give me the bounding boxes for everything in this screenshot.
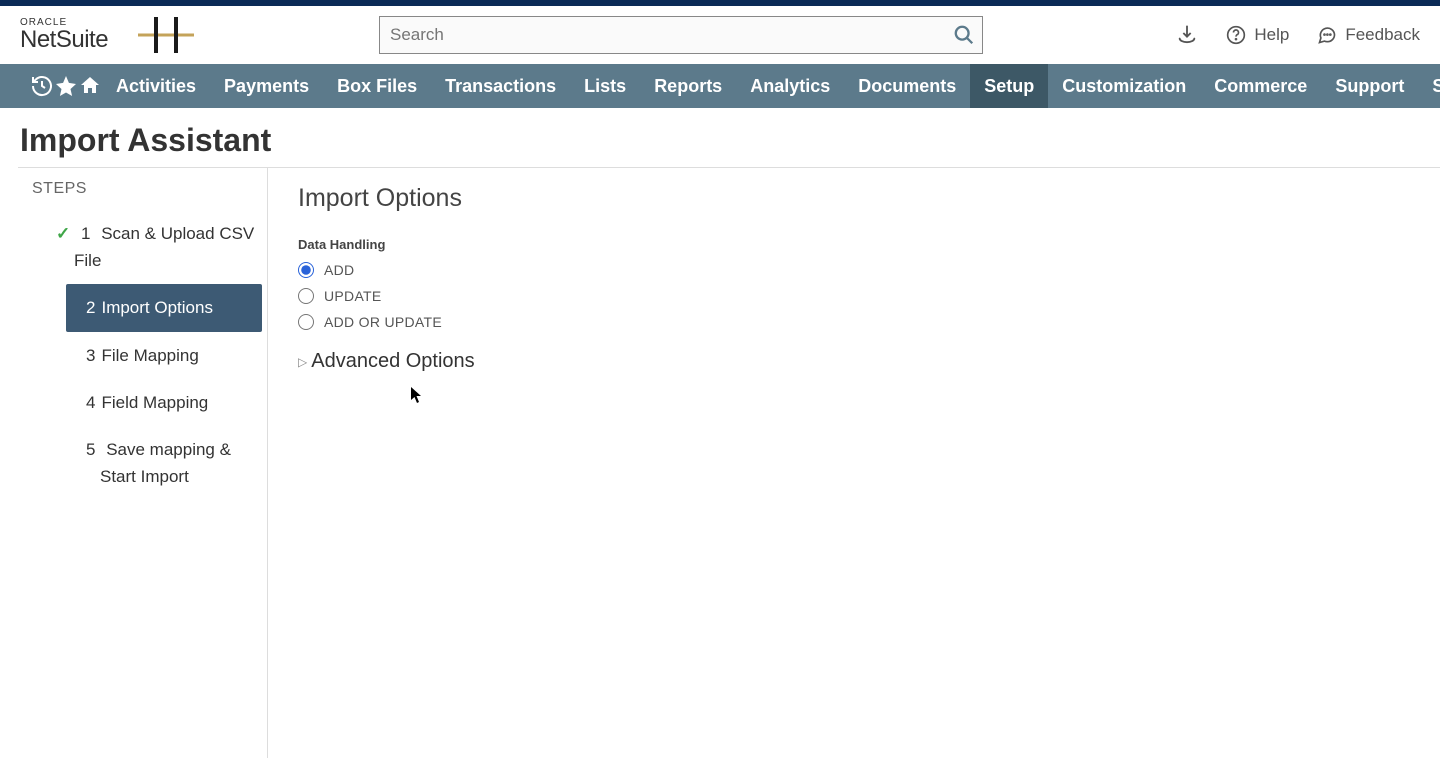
nav-item-box-files[interactable]: Box Files: [323, 64, 431, 108]
nav-item-suitesoc[interactable]: SuiteSoc: [1418, 64, 1440, 108]
feedback-label: Feedback: [1345, 25, 1420, 45]
radio-add-input[interactable]: [298, 262, 314, 278]
nav-item-reports[interactable]: Reports: [640, 64, 736, 108]
nav-item-payments[interactable]: Payments: [210, 64, 323, 108]
help-label: Help: [1254, 25, 1289, 45]
radio-update[interactable]: UPDATE: [298, 288, 1410, 304]
step-num: 2: [86, 294, 95, 321]
page-title: Import Assistant: [0, 108, 1440, 167]
search-icon[interactable]: [953, 24, 975, 46]
arrow-down-icon[interactable]: [1176, 22, 1198, 49]
radio-add-label[interactable]: ADD: [324, 262, 354, 278]
search-input[interactable]: [379, 16, 983, 54]
radio-add-or-update-label[interactable]: ADD OR UPDATE: [324, 314, 442, 330]
feedback-button[interactable]: Feedback: [1317, 25, 1420, 45]
data-handling-label: Data Handling: [298, 237, 1410, 252]
chevron-right-icon: ▷: [298, 355, 307, 369]
radio-add-or-update[interactable]: ADD OR UPDATE: [298, 314, 1410, 330]
nav-item-transactions[interactable]: Transactions: [431, 64, 570, 108]
step-label: Save mapping & Start Import: [100, 440, 231, 486]
step-num: 4: [86, 389, 95, 416]
help-icon: [1226, 25, 1246, 45]
step-4[interactable]: 4 Field Mapping: [18, 379, 267, 426]
step-num: 1: [81, 224, 90, 243]
company-logo[interactable]: [138, 17, 194, 53]
radio-add-or-update-input[interactable]: [298, 314, 314, 330]
advanced-options-expander[interactable]: ▷ Advanced Options: [298, 350, 1410, 373]
step-label: File Mapping: [101, 342, 198, 369]
step-num: 5: [86, 440, 95, 459]
steps-header: STEPS: [18, 180, 267, 210]
step-label: Field Mapping: [101, 389, 208, 416]
search-wrap: [379, 16, 983, 54]
step-1[interactable]: ✓ 1 Scan & Upload CSV File: [18, 210, 267, 284]
nav-item-analytics[interactable]: Analytics: [736, 64, 844, 108]
nav-item-customization[interactable]: Customization: [1048, 64, 1200, 108]
step-label: Scan & Upload CSV File: [74, 224, 254, 270]
nav-item-lists[interactable]: Lists: [570, 64, 640, 108]
main-panel: Import Options Data Handling ADD UPDATE …: [268, 168, 1440, 758]
step-2[interactable]: 2 Import Options: [66, 284, 262, 331]
advanced-options-label: Advanced Options: [311, 350, 474, 373]
radio-add[interactable]: ADD: [298, 262, 1410, 278]
oracle-netsuite-logo[interactable]: ORACLE NetSuite: [20, 18, 108, 52]
radio-update-label[interactable]: UPDATE: [324, 288, 382, 304]
chat-icon: [1317, 25, 1337, 45]
header: ORACLE NetSuite: [0, 6, 1440, 64]
steps-panel: STEPS ✓ 1 Scan & Upload CSV File 2 Impor…: [18, 168, 268, 758]
header-right: Help Feedback: [1176, 22, 1420, 49]
nav-bar: Activities Payments Box Files Transactio…: [0, 64, 1440, 108]
star-icon[interactable]: [54, 64, 78, 108]
section-title: Import Options: [298, 184, 1410, 213]
step-3[interactable]: 3 File Mapping: [18, 332, 267, 379]
nav-item-activities[interactable]: Activities: [102, 64, 210, 108]
data-handling-radio-group: ADD UPDATE ADD OR UPDATE: [298, 262, 1410, 330]
content: STEPS ✓ 1 Scan & Upload CSV File 2 Impor…: [18, 167, 1440, 758]
nav-item-commerce[interactable]: Commerce: [1200, 64, 1321, 108]
nav-item-documents[interactable]: Documents: [844, 64, 970, 108]
step-label: Import Options: [101, 294, 213, 321]
nav-item-support[interactable]: Support: [1321, 64, 1418, 108]
check-icon: ✓: [56, 224, 70, 243]
step-num: 3: [86, 342, 95, 369]
history-icon[interactable]: [30, 64, 54, 108]
step-5[interactable]: 5 Save mapping & Start Import: [18, 426, 267, 500]
logo-bottom-text: NetSuite: [20, 28, 108, 52]
home-icon[interactable]: [78, 64, 102, 108]
radio-update-input[interactable]: [298, 288, 314, 304]
nav-item-setup[interactable]: Setup: [970, 64, 1048, 108]
logo-group: ORACLE NetSuite: [20, 17, 194, 53]
help-button[interactable]: Help: [1226, 25, 1289, 45]
